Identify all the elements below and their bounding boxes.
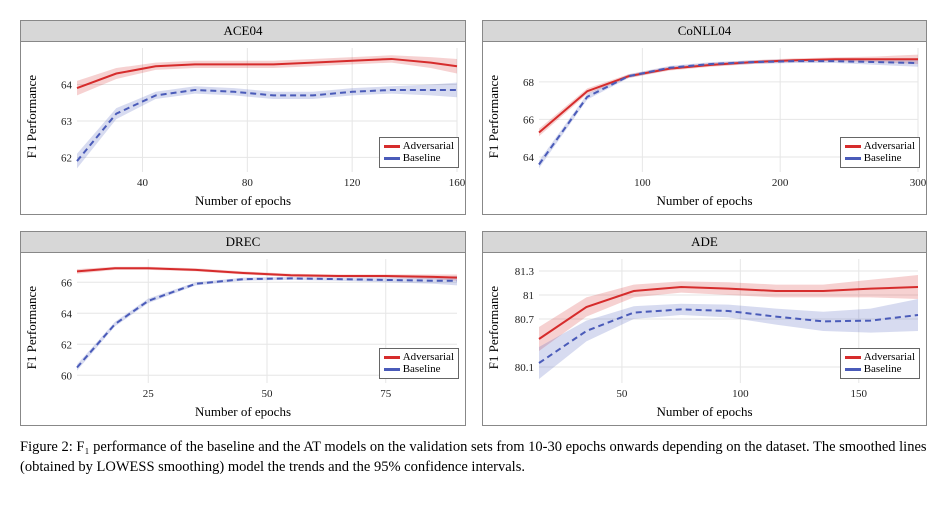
- panel-title: CoNLL04: [483, 21, 926, 42]
- legend-swatch-baseline: [845, 368, 861, 371]
- plot-area: 64 66 68 100 200 300 AdversarialBaseline: [505, 42, 926, 192]
- ylabel: F1 Performance: [486, 286, 502, 369]
- svg-text:80: 80: [242, 177, 254, 189]
- svg-text:64: 64: [523, 152, 535, 164]
- charts-grid: ACE04 F1 Performance 62 63 64 40 80 120 160 Adv…: [20, 20, 927, 426]
- panel-drec: DREC F1 Performance 60 62 64 66 25 50 75 Advers…: [20, 231, 466, 426]
- legend-label-adversarial: Adversarial: [864, 140, 915, 153]
- legend-swatch-adversarial: [845, 356, 861, 359]
- svg-text:63: 63: [61, 116, 73, 128]
- svg-text:40: 40: [137, 177, 149, 189]
- svg-text:64: 64: [61, 308, 73, 320]
- legend-swatch-baseline: [845, 157, 861, 160]
- ylabel: F1 Performance: [24, 286, 40, 369]
- legend-swatch-adversarial: [384, 145, 400, 148]
- svg-text:120: 120: [344, 177, 361, 189]
- plot-area: 80.1 80.7 81 81.3 50 100 150 AdversarialBaselin…: [505, 253, 926, 403]
- svg-text:50: 50: [262, 388, 274, 400]
- xlabel: Number of epochs: [21, 404, 465, 420]
- legend-swatch-adversarial: [845, 145, 861, 148]
- svg-text:66: 66: [523, 114, 535, 126]
- svg-text:60: 60: [61, 370, 73, 382]
- svg-text:64: 64: [61, 79, 73, 91]
- ylabel: F1 Performance: [486, 75, 502, 158]
- svg-text:62: 62: [61, 152, 72, 164]
- svg-text:160: 160: [449, 177, 465, 189]
- legend-label-baseline: Baseline: [403, 152, 441, 165]
- svg-text:68: 68: [523, 77, 535, 89]
- legend-label-adversarial: Adversarial: [864, 351, 915, 364]
- legend-label-baseline: Baseline: [864, 152, 902, 165]
- legend-label-adversarial: Adversarial: [403, 351, 454, 364]
- svg-text:75: 75: [380, 388, 392, 400]
- panel-title: ACE04: [21, 21, 465, 42]
- legend-label-baseline: Baseline: [403, 363, 441, 376]
- svg-text:25: 25: [143, 388, 155, 400]
- svg-text:81: 81: [523, 290, 534, 302]
- plot-area: 62 63 64 40 80 120 160 AdversarialBaseline: [43, 42, 465, 192]
- legend-swatch-adversarial: [384, 356, 400, 359]
- panel-title: DREC: [21, 232, 465, 253]
- svg-text:66: 66: [61, 277, 73, 289]
- svg-text:50: 50: [616, 388, 628, 400]
- legend-swatch-baseline: [384, 368, 400, 371]
- svg-text:150: 150: [851, 388, 868, 400]
- xlabel: Number of epochs: [483, 404, 926, 420]
- legend: AdversarialBaseline: [840, 348, 920, 379]
- legend: AdversarialBaseline: [379, 348, 459, 379]
- panel-title: ADE: [483, 232, 926, 253]
- legend-label-adversarial: Adversarial: [403, 140, 454, 153]
- svg-text:100: 100: [634, 177, 651, 189]
- svg-text:200: 200: [772, 177, 789, 189]
- ylabel: F1 Performance: [24, 75, 40, 158]
- panel-conll04: CoNLL04 F1 Performance 64 66 68 100 200 300 Ad…: [482, 20, 927, 215]
- legend: AdversarialBaseline: [379, 137, 459, 168]
- svg-text:80.7: 80.7: [515, 314, 535, 326]
- legend-swatch-baseline: [384, 157, 400, 160]
- svg-text:80.1: 80.1: [515, 362, 534, 374]
- svg-text:300: 300: [910, 177, 926, 189]
- svg-text:62: 62: [61, 339, 72, 351]
- figure-caption: Figure 2: F₁ performance of the baseline…: [20, 438, 927, 477]
- svg-text:81.3: 81.3: [515, 266, 535, 278]
- xlabel: Number of epochs: [21, 193, 465, 209]
- plot-area: 60 62 64 66 25 50 75 AdversarialBaseline: [43, 253, 465, 403]
- legend-label-baseline: Baseline: [864, 363, 902, 376]
- xlabel: Number of epochs: [483, 193, 926, 209]
- svg-text:100: 100: [732, 388, 749, 400]
- legend: AdversarialBaseline: [840, 137, 920, 168]
- panel-ace04: ACE04 F1 Performance 62 63 64 40 80 120 160 Adv…: [20, 20, 466, 215]
- panel-ade: ADE F1 Performance 80.1 80.7 81 81.3 50 100 15…: [482, 231, 927, 426]
